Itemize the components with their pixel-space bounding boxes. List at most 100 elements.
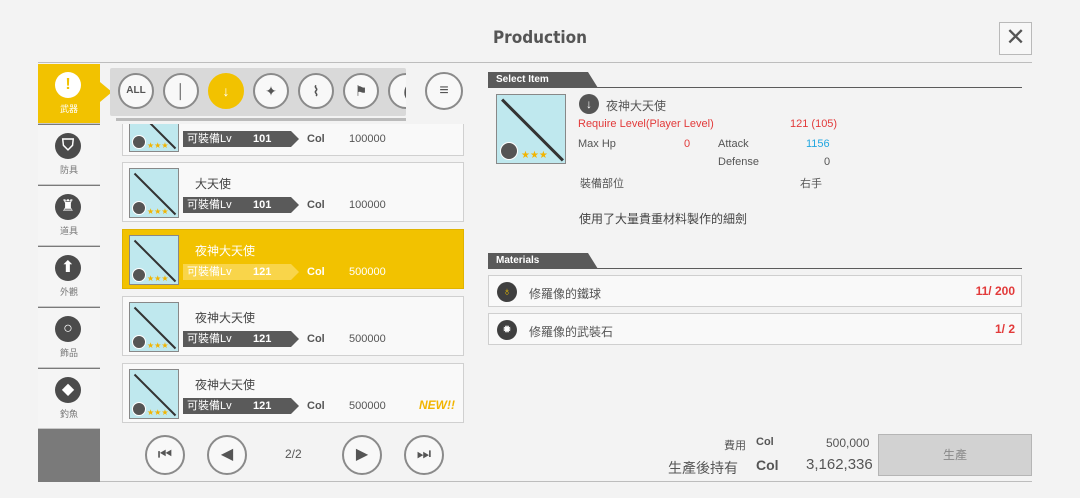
list-item-selected[interactable]: ★★★ 夜神大天使 可裝備Lv 121 Col 500000 [122, 229, 464, 289]
list-item[interactable]: ★★★ 大天使 可裝備Lv 101 Col 100000 [122, 162, 464, 222]
header-divider [38, 62, 1032, 63]
rarity-stars: ★★★ [147, 408, 169, 417]
sword-icon: ! [55, 72, 81, 98]
filter-dagger-button[interactable]: ✦ [253, 73, 289, 109]
category-label: 外觀 [59, 287, 78, 297]
prev-page-button[interactable]: ◀ [207, 435, 247, 475]
col-label: Col [307, 199, 325, 211]
page-indicator: 2/2 [285, 447, 302, 461]
item-thumbnail: ★★★ [129, 369, 179, 419]
weapon-type-icon [132, 201, 146, 215]
filter-scroll-indicator[interactable] [116, 118, 406, 121]
category-label: 飾品 [59, 348, 78, 358]
potion-icon: ♜ [55, 194, 81, 220]
col-value: 100000 [349, 133, 386, 145]
list-item[interactable]: ★★★ 夜神大天使 可裝備Lv 121 Col 500000 [122, 296, 464, 356]
owned-after-label: 生產後持有 [668, 460, 738, 476]
last-page-button[interactable]: ⏭ [404, 435, 444, 475]
close-button[interactable]: ✕ [999, 22, 1032, 55]
col-value: 500000 [349, 400, 386, 412]
equip-level-bar: 可裝備Lv 121 [183, 398, 299, 414]
materials-header: Materials [488, 253, 598, 269]
sort-button[interactable]: ≡ [425, 72, 463, 110]
max-hp-value: 0 [684, 138, 691, 150]
category-fishing[interactable]: ◆ 釣魚 [38, 369, 100, 429]
item-thumbnail: ★★★ [129, 235, 179, 285]
selected-item-name: 夜神大天使 [606, 99, 667, 113]
defense-value: 0 [824, 156, 831, 168]
item-name: 夜神大天使 [195, 311, 256, 325]
col-label: Col [307, 266, 325, 278]
filter-curved-sword-button[interactable]: ⌇ [298, 73, 334, 109]
material-row[interactable]: ♁ 修羅像的鐵球 11/ 200 [488, 275, 1022, 307]
owned-after-value: 3,162,336 [806, 456, 873, 473]
list-item[interactable]: ★★★ 可裝備Lv 101 Col 100000 [122, 124, 464, 156]
rarity-stars: ★★★ [147, 341, 169, 350]
owned-after-unit: Col [756, 457, 779, 473]
equip-level-bar: 可裝備Lv 121 [183, 331, 299, 347]
item-list[interactable]: ★★★ 可裝備Lv 101 Col 100000 ★★★ 大天使 可裝備Lv 101… [118, 124, 468, 426]
category-item[interactable]: ♜ 道具 [38, 186, 100, 246]
filter-more-button[interactable]: ( [388, 73, 406, 109]
rarity-stars: ★★★ [521, 150, 548, 161]
item-name: 大天使 [195, 177, 232, 191]
item-thumbnail: ★★★ [129, 124, 179, 152]
category-appearance[interactable]: ⬆ 外觀 [38, 247, 100, 307]
fee-unit: Col [756, 436, 774, 448]
equip-slot-label: 裝備部位 [580, 178, 624, 190]
item-description: 使用了大量貴重材料製作的細劍 [579, 212, 748, 226]
fishing-icon: ◆ [55, 377, 81, 403]
item-thumbnail: ★★★ [129, 168, 179, 218]
item-name: 夜神大天使 [195, 244, 256, 258]
category-label: 道具 [59, 226, 78, 236]
equip-level-bar: 可裝備Lv 121 [183, 264, 299, 280]
fee-label: 費用 [724, 440, 746, 452]
defense-label: Defense [718, 156, 759, 168]
filter-axe-button[interactable]: ⚑ [343, 73, 379, 109]
next-page-button[interactable]: ▶ [342, 435, 382, 475]
col-value: 100000 [349, 199, 386, 211]
first-page-button[interactable]: ⏮ [145, 435, 185, 475]
ring-icon: ○ [55, 316, 81, 342]
rarity-stars: ★★★ [147, 207, 169, 216]
iron-ball-icon: ♁ [497, 282, 517, 302]
attack-value: 1156 [806, 138, 830, 150]
weapon-type-icon [132, 135, 146, 149]
filter-rapier-button[interactable]: ↓ [208, 73, 244, 109]
skip-back-icon: ⏮ [157, 446, 173, 463]
material-count: 11/ 200 [975, 284, 1015, 298]
select-item-divider [588, 87, 1022, 88]
category-accessory[interactable]: ○ 飾品 [38, 308, 100, 368]
require-level-value: 121 (105) [790, 118, 838, 130]
attack-label: Attack [718, 138, 749, 150]
item-thumbnail: ★★★ [129, 302, 179, 352]
page-title: Production [492, 28, 588, 48]
fee-value: 500,000 [826, 436, 870, 450]
max-hp-label: Max Hp [578, 138, 616, 150]
close-icon: ✕ [1005, 24, 1026, 51]
armament-stone-icon: ✹ [497, 320, 517, 340]
category-weapon[interactable]: ! 武器 [38, 64, 112, 124]
filter-one-handed-sword-button[interactable]: │ [163, 73, 199, 109]
armor-icon: ⛉ [55, 133, 81, 159]
col-label: Col [307, 400, 325, 412]
weapon-type-icon [132, 402, 146, 416]
play-left-icon: ◀ [220, 446, 234, 463]
skip-forward-icon: ⏭ [416, 446, 432, 463]
material-row[interactable]: ✹ 修羅像的武裝石 1/ 2 [488, 313, 1022, 345]
item-name: 夜神大天使 [195, 378, 256, 392]
weapon-type-icon [132, 268, 146, 282]
materials-divider [588, 268, 1022, 269]
category-armor[interactable]: ⛉ 防具 [38, 125, 100, 185]
weapon-type-icon [500, 142, 518, 160]
sort-icon: ≡ [439, 82, 449, 99]
produce-button[interactable]: 生產 [878, 434, 1032, 476]
filter-all-button[interactable]: ALL [118, 73, 154, 109]
col-value: 500000 [349, 333, 386, 345]
equip-level-bar: 可裝備Lv 101 [183, 197, 299, 213]
select-item-header: Select Item [488, 72, 598, 88]
require-level-label: Require Level(Player Level) [578, 118, 714, 130]
list-item[interactable]: ★★★ 夜神大天使 可裝備Lv 121 Col 500000 NEW!! [122, 363, 464, 423]
shirt-icon: ⬆ [55, 255, 81, 281]
new-badge: NEW!! [419, 398, 455, 412]
